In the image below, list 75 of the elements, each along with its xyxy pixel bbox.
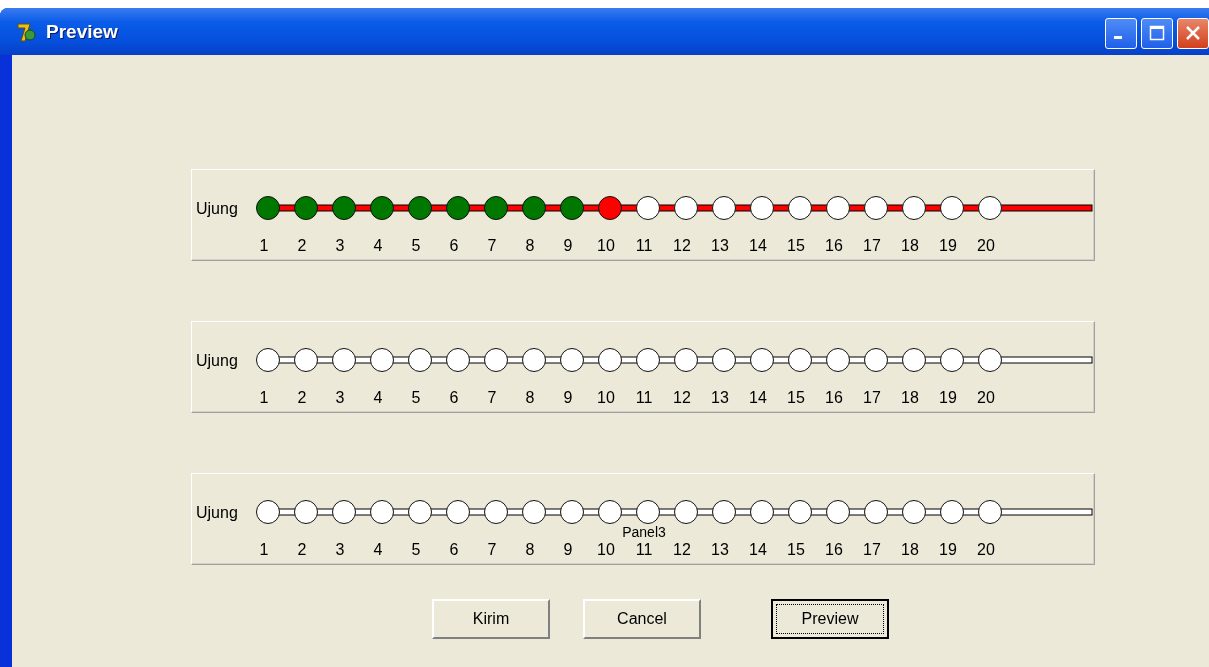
node-number: 13 [711, 237, 729, 254]
node-number: 1 [259, 541, 269, 558]
node-number: 8 [525, 389, 535, 406]
panel-caption: Panel3 [622, 524, 666, 540]
node-number: 18 [901, 389, 919, 406]
node-number: 9 [563, 237, 573, 254]
node-number: 17 [863, 389, 881, 406]
node-number: 6 [449, 389, 459, 406]
node-number: 11 [635, 541, 653, 558]
node-number: 14 [749, 389, 767, 406]
node-number: 7 [487, 541, 497, 558]
node-number: 20 [977, 389, 995, 406]
node-number: 10 [597, 389, 615, 406]
node-number: 14 [749, 541, 767, 558]
node-number: 16 [825, 389, 843, 406]
node-number: 5 [411, 389, 421, 406]
maximize-icon [1149, 25, 1165, 41]
node-number: 5 [411, 237, 421, 254]
node-number: 3 [335, 389, 345, 406]
node-number: 12 [673, 389, 691, 406]
node-number: 17 [863, 237, 881, 254]
node-number: 3 [335, 237, 345, 254]
maximize-button[interactable] [1141, 17, 1173, 49]
minimize-icon [1114, 36, 1122, 39]
node-number: 9 [563, 389, 573, 406]
node-number: 20 [977, 541, 995, 558]
node-number: 11 [635, 237, 653, 254]
node-number: 4 [373, 237, 383, 254]
end-label: Ujung [196, 504, 238, 521]
app-icon [16, 20, 38, 43]
node-number: 19 [939, 389, 957, 406]
node-number: 18 [901, 541, 919, 558]
end-label: Ujung [196, 352, 238, 369]
node-number: 10 [597, 237, 615, 254]
dialog-button[interactable]: Cancel [583, 599, 701, 639]
node-number: 13 [711, 389, 729, 406]
node-number: 17 [863, 541, 881, 558]
node-number: 19 [939, 237, 957, 254]
node-number: 6 [449, 237, 459, 254]
node-number: 7 [487, 237, 497, 254]
node-number: 6 [449, 541, 459, 558]
node-number: 7 [487, 389, 497, 406]
node-number: 4 [373, 389, 383, 406]
node-number: 2 [297, 389, 307, 406]
end-label: Ujung [196, 200, 238, 217]
minimize-button[interactable] [1105, 17, 1137, 49]
node-number: 8 [525, 541, 535, 558]
dialog-button[interactable]: Kirim [432, 599, 550, 639]
node-number: 1 [259, 389, 269, 406]
close-icon [1185, 25, 1201, 41]
node-number: 16 [825, 541, 843, 558]
node-number: 15 [787, 237, 805, 254]
node-number: 11 [635, 389, 653, 406]
node-number: 14 [749, 237, 767, 254]
node-number: 1 [259, 237, 269, 254]
node-number: 15 [787, 541, 805, 558]
dialog-button[interactable]: Preview [771, 599, 889, 639]
node-number: 19 [939, 541, 957, 558]
node-number: 12 [673, 237, 691, 254]
node-number: 2 [297, 541, 307, 558]
node-number: 12 [673, 541, 691, 558]
window-title: Preview [46, 20, 119, 43]
node-number: 8 [525, 237, 535, 254]
node-number: 4 [373, 541, 383, 558]
node-number: 3 [335, 541, 345, 558]
node-number: 20 [977, 237, 995, 254]
node-number: 18 [901, 237, 919, 254]
node-number: 13 [711, 541, 729, 558]
node-number: 16 [825, 237, 843, 254]
node-number: 9 [563, 541, 573, 558]
node-number: 2 [297, 237, 307, 254]
node-number: 5 [411, 541, 421, 558]
close-button[interactable] [1177, 17, 1209, 49]
node-number: 15 [787, 389, 805, 406]
node-number: 10 [597, 541, 615, 558]
